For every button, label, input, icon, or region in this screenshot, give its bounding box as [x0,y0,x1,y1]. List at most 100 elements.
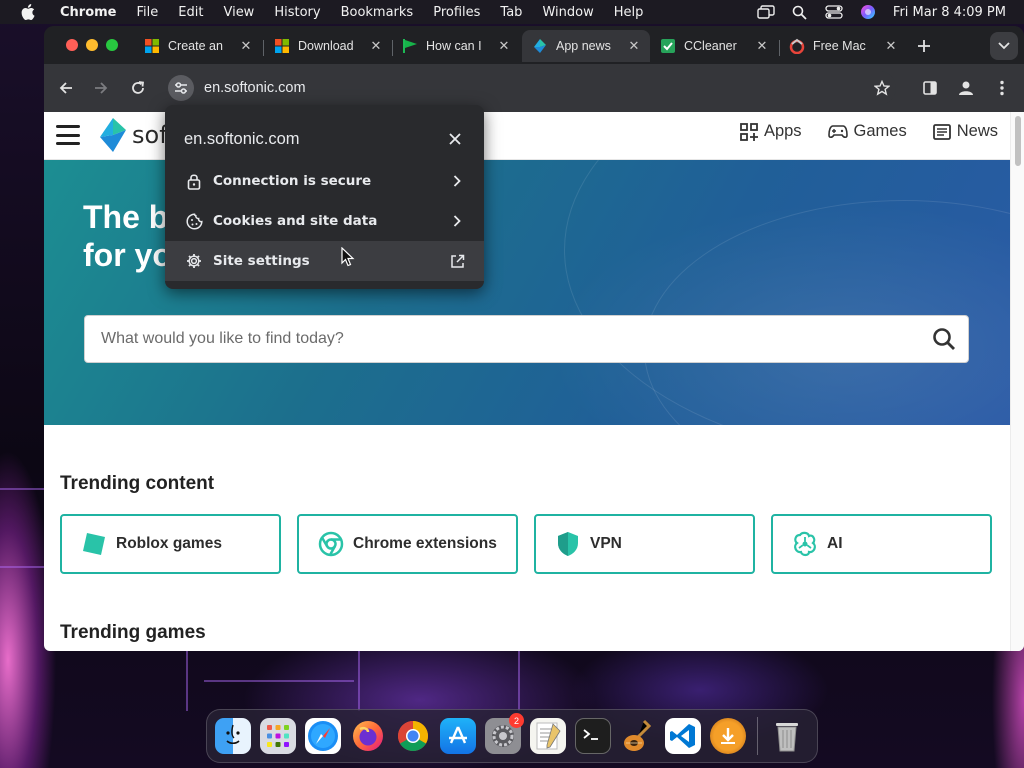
close-window-button[interactable] [66,39,78,51]
trending-content-title: Trending content [60,473,215,494]
menu-profiles[interactable]: Profiles [423,5,490,20]
app-store-icon[interactable] [440,718,476,754]
tab-close-icon[interactable]: ✕ [496,38,512,54]
tab-how-can-i[interactable]: How can I ✕ [392,30,520,62]
window-controls [66,39,118,51]
terminal-icon[interactable] [575,718,611,754]
menu-edit[interactable]: Edit [168,5,213,20]
news-icon [932,123,951,140]
hamburger-menu-icon[interactable] [56,125,80,145]
menu-window[interactable]: Window [532,5,603,20]
tab-close-icon[interactable]: ✕ [883,38,899,54]
zoom-window-button[interactable] [106,39,118,51]
lock-icon [184,171,204,191]
tab-app-news[interactable]: App news ✕ [522,30,650,62]
chrome-menu-button[interactable] [988,74,1016,102]
screen-mirroring-icon[interactable] [757,4,775,20]
mouse-cursor-icon [341,247,355,267]
trending-item-label: VPN [590,535,622,552]
microsoft-icon [274,38,290,54]
cookie-icon [184,211,204,231]
tab-strip: Create an ✕ Download ✕ How can I ✕ App n… [44,26,1024,64]
nav-apps-label: Apps [763,122,802,140]
connection-secure-row[interactable]: Connection is secure [165,161,484,201]
control-center-icon[interactable] [825,4,843,20]
launchpad-icon[interactable] [260,718,296,754]
minimize-window-button[interactable] [86,39,98,51]
url-text[interactable]: en.softonic.com [204,80,306,96]
menu-help[interactable]: Help [604,5,654,20]
gamepad-icon [827,124,848,138]
menu-view[interactable]: View [213,5,264,20]
tab-title: How can I [426,39,482,53]
tab-close-icon[interactable]: ✕ [754,38,770,54]
trending-item-chrome-extensions[interactable]: Chrome extensions [297,514,518,574]
trash-icon[interactable] [769,718,805,754]
nav-apps[interactable]: Apps [740,122,802,141]
garageband-icon[interactable] [620,718,656,754]
spotlight-search-icon[interactable] [791,4,809,20]
textedit-icon[interactable] [530,718,566,754]
site-search-input[interactable] [85,330,920,348]
cookies-site-data-row[interactable]: Cookies and site data [165,201,484,241]
tab-close-icon[interactable]: ✕ [238,38,254,54]
new-tab-button[interactable] [912,34,936,58]
menu-app-name[interactable]: Chrome [50,5,127,20]
microsoft-icon [144,38,160,54]
trending-item-roblox[interactable]: Roblox games [60,514,281,574]
page-scrollbar[interactable] [1010,112,1024,651]
address-bar[interactable]: en.softonic.com [166,71,896,105]
ccleaner-icon [660,38,676,54]
site-info-button[interactable] [168,75,194,101]
side-panel-button[interactable] [916,74,944,102]
downloads-icon[interactable] [710,718,746,754]
reload-button[interactable] [124,74,152,102]
tab-close-icon[interactable]: ✕ [626,38,642,54]
nav-news[interactable]: News [932,122,998,141]
popup-close-button[interactable] [446,130,464,148]
nav-games[interactable]: Games [827,122,907,141]
site-search-button[interactable] [920,316,968,362]
site-settings-label: Site settings [213,253,310,269]
tab-ccleaner[interactable]: CCleaner ✕ [650,30,778,62]
softonic-icon [532,38,548,54]
bookmark-star-button[interactable] [868,74,896,102]
tab-close-icon[interactable]: ✕ [368,38,384,54]
safari-icon[interactable] [305,718,341,754]
vscode-icon[interactable] [665,718,701,754]
menubar-clock[interactable]: Fri Mar 8 4:09 PM [893,5,1006,20]
tab-create-an[interactable]: Create an ✕ [134,30,262,62]
back-button[interactable] [52,74,80,102]
tab-free-mac[interactable]: Free Mac ✕ [779,30,907,62]
siri-icon[interactable] [859,4,877,20]
tab-title: CCleaner [684,39,737,53]
trending-item-vpn[interactable]: VPN [534,514,755,574]
site-settings-row[interactable]: Site settings [165,241,484,281]
trending-content-list: Roblox games Chrome extensions VPN AI [60,514,992,574]
scrollbar-thumb[interactable] [1015,116,1021,166]
site-search [84,315,969,363]
external-link-icon [448,252,466,270]
menu-file[interactable]: File [127,5,169,20]
reload-icon [132,81,145,94]
finder-icon[interactable] [215,718,251,754]
menu-history[interactable]: History [264,5,330,20]
menu-tab[interactable]: Tab [490,5,532,20]
apps-grid-icon [740,122,758,141]
apple-menu-icon[interactable] [18,2,38,22]
menu-bookmarks[interactable]: Bookmarks [331,5,424,20]
forward-button[interactable] [87,74,115,102]
tab-download[interactable]: Download ✕ [264,30,392,62]
trending-item-ai[interactable]: AI [771,514,992,574]
tune-icon [175,82,187,94]
profile-button[interactable] [952,74,980,102]
trending-item-label: AI [827,535,843,552]
arrow-left-icon [59,82,72,94]
system-settings-icon[interactable]: 2 [485,713,524,754]
arrow-right-icon [95,82,108,94]
softonic-logo[interactable]: sof [98,118,168,152]
firefox-icon[interactable] [350,718,386,754]
wallpaper-line [204,680,354,682]
tab-search-button[interactable] [990,32,1018,60]
chrome-icon[interactable] [395,718,431,754]
